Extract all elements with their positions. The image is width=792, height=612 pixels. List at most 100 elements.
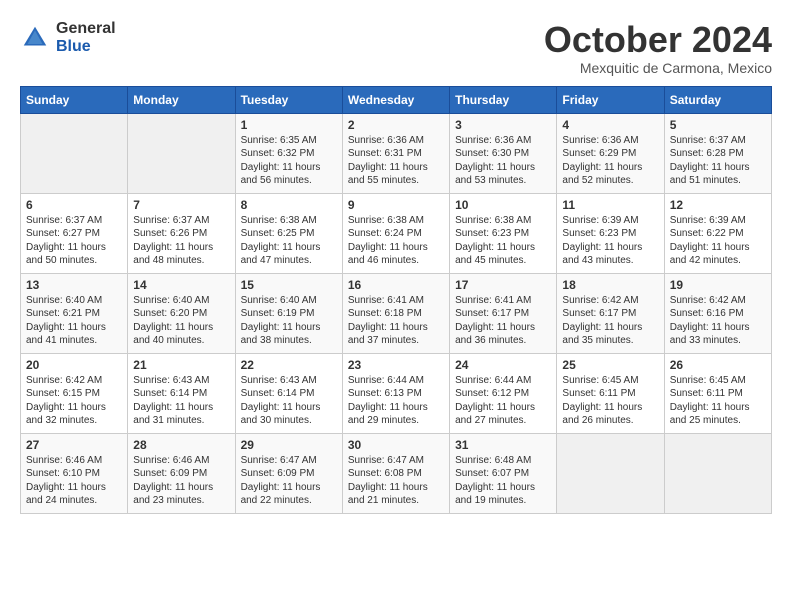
day-info: Sunrise: 6:38 AM Sunset: 6:23 PM Dayligh… [455,214,551,268]
calendar-header: SundayMondayTuesdayWednesdayThursdayFrid… [21,86,772,113]
calendar-cell: 7 Sunrise: 6:37 AM Sunset: 6:26 PM Daylig… [128,193,235,273]
calendar-cell: 8Sunrise: 6:38 AM Sunset: 6:25 PM Daylig… [235,193,342,273]
calendar-cell: 12 Sunrise: 6:39 AM Sunset: 6:22 PM Dayli… [664,193,771,273]
logo-icon [20,23,50,53]
weekday-header: Sunday [21,86,128,113]
day-info: Sunrise: 6:42 AM Sunset: 6:16 PM Dayligh… [670,294,766,348]
calendar-week-row: 27 Sunrise: 6:46 AM Sunset: 6:10 PM Dayli… [21,433,772,513]
day-number: 27 [26,438,122,452]
day-info: Sunrise: 6:36 AM Sunset: 6:29 PM Dayligh… [562,134,658,188]
day-info: Sunrise: 6:46 AM Sunset: 6:09 PM Dayligh… [133,454,229,508]
calendar-cell: 27 Sunrise: 6:46 AM Sunset: 6:10 PM Dayli… [21,433,128,513]
calendar-cell: 25 Sunrise: 6:45 AM Sunset: 6:11 PM Dayli… [557,353,664,433]
logo: General Blue [20,20,116,55]
title-block: October 2024 Mexquitic de Carmona, Mexic… [544,20,772,76]
calendar-cell: 1 Sunrise: 6:35 AM Sunset: 6:32 PM Daylig… [235,113,342,193]
day-number: 21 [133,358,229,372]
calendar-table: SundayMondayTuesdayWednesdayThursdayFrid… [20,86,772,514]
calendar-cell: 16Sunrise: 6:41 AM Sunset: 6:18 PM Dayli… [342,273,449,353]
day-number: 6 [26,198,122,212]
day-info: Sunrise: 6:40 AM Sunset: 6:20 PM Dayligh… [133,294,229,348]
calendar-cell: 26Sunrise: 6:45 AM Sunset: 6:11 PM Dayli… [664,353,771,433]
location-subtitle: Mexquitic de Carmona, Mexico [544,60,772,76]
day-number: 20 [26,358,122,372]
day-number: 25 [562,358,658,372]
calendar-cell [664,433,771,513]
calendar-cell: 21 Sunrise: 6:43 AM Sunset: 6:14 PM Dayli… [128,353,235,433]
day-number: 17 [455,278,551,292]
calendar-cell: 31Sunrise: 6:48 AM Sunset: 6:07 PM Dayli… [450,433,557,513]
weekday-header: Saturday [664,86,771,113]
logo-text: General Blue [56,20,116,55]
day-number: 5 [670,118,766,132]
day-number: 13 [26,278,122,292]
day-info: Sunrise: 6:48 AM Sunset: 6:07 PM Dayligh… [455,454,551,508]
day-number: 30 [348,438,444,452]
day-info: Sunrise: 6:40 AM Sunset: 6:19 PM Dayligh… [241,294,337,348]
calendar-cell: 11 Sunrise: 6:39 AM Sunset: 6:23 PM Dayli… [557,193,664,273]
calendar-cell: 29Sunrise: 6:47 AM Sunset: 6:09 PM Dayli… [235,433,342,513]
calendar-cell: 5 Sunrise: 6:37 AM Sunset: 6:28 PM Daylig… [664,113,771,193]
day-info: Sunrise: 6:35 AM Sunset: 6:32 PM Dayligh… [241,134,337,188]
day-info: Sunrise: 6:47 AM Sunset: 6:08 PM Dayligh… [348,454,444,508]
day-number: 26 [670,358,766,372]
weekday-header: Monday [128,86,235,113]
weekday-header: Thursday [450,86,557,113]
day-number: 18 [562,278,658,292]
logo-blue: Blue [56,38,116,56]
day-info: Sunrise: 6:46 AM Sunset: 6:10 PM Dayligh… [26,454,122,508]
calendar-cell: 18Sunrise: 6:42 AM Sunset: 6:17 PM Dayli… [557,273,664,353]
day-info: Sunrise: 6:45 AM Sunset: 6:11 PM Dayligh… [562,374,658,428]
calendar-cell [557,433,664,513]
day-info: Sunrise: 6:38 AM Sunset: 6:24 PM Dayligh… [348,214,444,268]
calendar-cell: 19Sunrise: 6:42 AM Sunset: 6:16 PM Dayli… [664,273,771,353]
calendar-week-row: 20 Sunrise: 6:42 AM Sunset: 6:15 PM Dayli… [21,353,772,433]
calendar-cell: 23 Sunrise: 6:44 AM Sunset: 6:13 PM Dayli… [342,353,449,433]
day-info: Sunrise: 6:37 AM Sunset: 6:26 PM Dayligh… [133,214,229,268]
day-number: 1 [241,118,337,132]
day-info: Sunrise: 6:39 AM Sunset: 6:22 PM Dayligh… [670,214,766,268]
calendar-cell: 28 Sunrise: 6:46 AM Sunset: 6:09 PM Dayli… [128,433,235,513]
day-number: 14 [133,278,229,292]
day-info: Sunrise: 6:42 AM Sunset: 6:15 PM Dayligh… [26,374,122,428]
day-info: Sunrise: 6:37 AM Sunset: 6:28 PM Dayligh… [670,134,766,188]
calendar-cell [128,113,235,193]
calendar-cell [21,113,128,193]
day-info: Sunrise: 6:43 AM Sunset: 6:14 PM Dayligh… [241,374,337,428]
calendar-cell: 10Sunrise: 6:38 AM Sunset: 6:23 PM Dayli… [450,193,557,273]
day-info: Sunrise: 6:43 AM Sunset: 6:14 PM Dayligh… [133,374,229,428]
calendar-cell: 13Sunrise: 6:40 AM Sunset: 6:21 PM Dayli… [21,273,128,353]
calendar-cell: 14 Sunrise: 6:40 AM Sunset: 6:20 PM Dayli… [128,273,235,353]
day-number: 8 [241,198,337,212]
day-info: Sunrise: 6:44 AM Sunset: 6:13 PM Dayligh… [348,374,444,428]
calendar-week-row: 6 Sunrise: 6:37 AM Sunset: 6:27 PM Daylig… [21,193,772,273]
day-info: Sunrise: 6:36 AM Sunset: 6:31 PM Dayligh… [348,134,444,188]
day-info: Sunrise: 6:36 AM Sunset: 6:30 PM Dayligh… [455,134,551,188]
day-info: Sunrise: 6:39 AM Sunset: 6:23 PM Dayligh… [562,214,658,268]
calendar-cell: 6 Sunrise: 6:37 AM Sunset: 6:27 PM Daylig… [21,193,128,273]
calendar-cell: 17 Sunrise: 6:41 AM Sunset: 6:17 PM Dayli… [450,273,557,353]
calendar-cell: 22Sunrise: 6:43 AM Sunset: 6:14 PM Dayli… [235,353,342,433]
calendar-cell: 2 Sunrise: 6:36 AM Sunset: 6:31 PM Daylig… [342,113,449,193]
calendar-cell: 4 Sunrise: 6:36 AM Sunset: 6:29 PM Daylig… [557,113,664,193]
day-number: 7 [133,198,229,212]
day-number: 24 [455,358,551,372]
calendar-body: 1 Sunrise: 6:35 AM Sunset: 6:32 PM Daylig… [21,113,772,513]
day-number: 2 [348,118,444,132]
day-number: 23 [348,358,444,372]
day-number: 15 [241,278,337,292]
day-info: Sunrise: 6:44 AM Sunset: 6:12 PM Dayligh… [455,374,551,428]
day-number: 4 [562,118,658,132]
page-header: General Blue October 2024 Mexquitic de C… [20,20,772,76]
day-number: 12 [670,198,766,212]
day-number: 29 [241,438,337,452]
calendar-week-row: 13Sunrise: 6:40 AM Sunset: 6:21 PM Dayli… [21,273,772,353]
calendar-cell: 15 Sunrise: 6:40 AM Sunset: 6:19 PM Dayli… [235,273,342,353]
day-info: Sunrise: 6:41 AM Sunset: 6:17 PM Dayligh… [455,294,551,348]
day-number: 11 [562,198,658,212]
day-number: 28 [133,438,229,452]
weekday-header: Friday [557,86,664,113]
day-info: Sunrise: 6:37 AM Sunset: 6:27 PM Dayligh… [26,214,122,268]
day-number: 16 [348,278,444,292]
calendar-cell: 24 Sunrise: 6:44 AM Sunset: 6:12 PM Dayli… [450,353,557,433]
